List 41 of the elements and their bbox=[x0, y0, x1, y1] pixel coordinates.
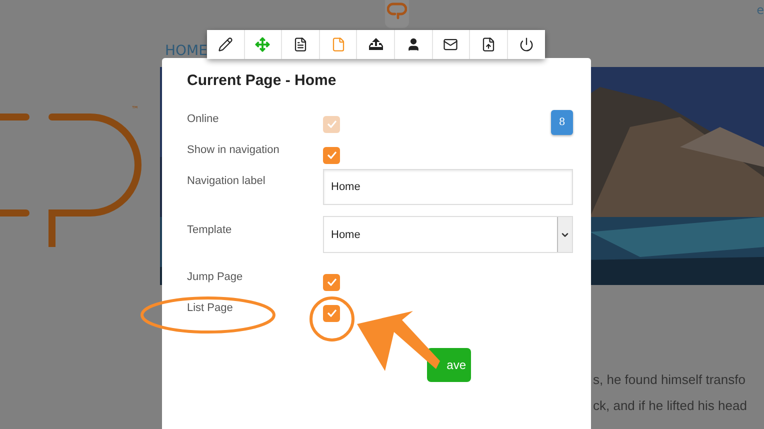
field-label: Template bbox=[187, 224, 232, 236]
checkbox[interactable] bbox=[323, 274, 340, 290]
check-icon bbox=[326, 278, 336, 286]
trademark-text: ™ bbox=[131, 105, 139, 114]
field-label: Jump Page bbox=[187, 271, 243, 283]
user-icon bbox=[406, 37, 421, 52]
body-text: s, he found himself transfo bbox=[593, 371, 746, 389]
toolbar-button[interactable] bbox=[282, 30, 320, 59]
dialog-title: Current Page - Home bbox=[187, 72, 338, 89]
field-label: Navigation label bbox=[187, 175, 266, 187]
annotation-circle bbox=[309, 296, 355, 342]
save-button[interactable]: ave bbox=[427, 348, 471, 382]
toolbar-button[interactable] bbox=[207, 30, 245, 59]
upload-tray-icon bbox=[368, 37, 384, 52]
count-button[interactable]: 8 bbox=[551, 110, 573, 135]
body-text: ck, and if he lifted his head bbox=[593, 397, 747, 415]
power-icon bbox=[519, 37, 534, 52]
field-label: List Page bbox=[187, 302, 233, 314]
pencil-icon bbox=[218, 37, 233, 52]
toolbar-button[interactable] bbox=[394, 30, 433, 59]
toolbar-button[interactable] bbox=[432, 30, 470, 59]
checkbox[interactable] bbox=[323, 304, 340, 322]
input-field[interactable]: Home bbox=[323, 169, 573, 205]
loop-logo-icon bbox=[387, 2, 407, 20]
move-icon bbox=[255, 37, 270, 52]
check-icon bbox=[326, 151, 336, 159]
checkbox[interactable] bbox=[323, 146, 340, 164]
toolbar-button[interactable] bbox=[470, 30, 508, 59]
page-icon bbox=[330, 37, 346, 52]
check-icon bbox=[326, 309, 336, 317]
file-upload-icon bbox=[480, 37, 496, 52]
home-link[interactable]: HOME bbox=[165, 43, 208, 59]
field-label: Show in navigation bbox=[187, 144, 280, 156]
mail-icon bbox=[443, 37, 458, 52]
corner-text: e bbox=[756, 3, 764, 17]
toolbar-button[interactable] bbox=[508, 30, 546, 59]
check-icon bbox=[326, 120, 336, 128]
field-label: Online bbox=[187, 113, 219, 125]
toolbar-button[interactable] bbox=[357, 30, 395, 59]
document-icon bbox=[292, 37, 308, 52]
template-select[interactable]: Home bbox=[323, 216, 573, 253]
